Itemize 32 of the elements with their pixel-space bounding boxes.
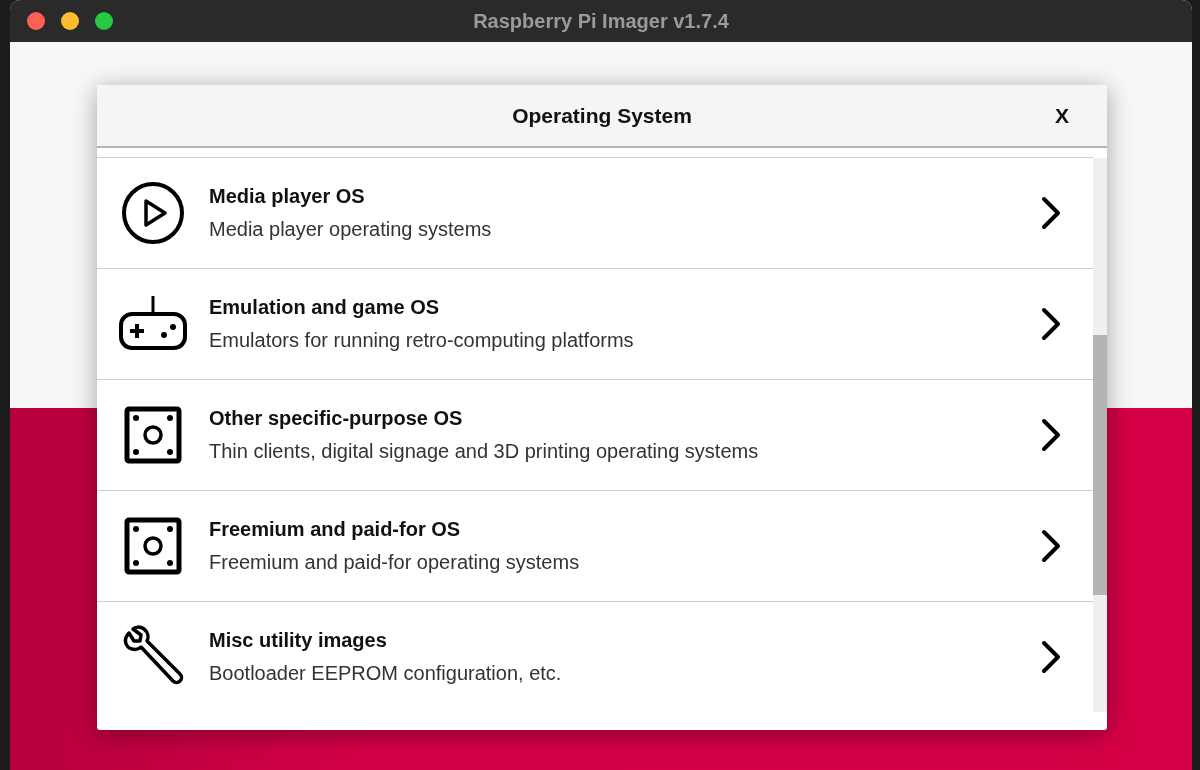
os-category-item[interactable]: Emulation and game OS Emulators for running retro-computing platforms — [97, 269, 1093, 380]
chevron-right-icon — [1041, 640, 1061, 674]
play-circle-icon — [121, 181, 185, 245]
chevron-right-icon — [1041, 529, 1061, 563]
window-title: Raspberry Pi Imager v1.7.4 — [473, 9, 729, 33]
chevron-right-icon — [1041, 196, 1061, 230]
item-title: Freemium and paid-for OS — [209, 518, 462, 541]
chevron-right-icon — [1041, 307, 1061, 341]
scrollbar-track[interactable] — [1093, 158, 1107, 712]
chevron-right-icon — [1041, 418, 1061, 452]
item-title: Other specific-purpose OS — [209, 407, 464, 430]
item-description: Bootloader EEPROM configuration, etc. — [209, 662, 563, 685]
zoom-window-button[interactable] — [95, 12, 113, 30]
os-category-item[interactable]: Freemium and paid-for OS Freemium and paid-for operating systems — [97, 491, 1093, 602]
item-description: Emulators for running retro-computing platforms — [209, 329, 635, 352]
item-title: Emulation and game OS — [209, 296, 441, 319]
scrollbar-thumb[interactable] — [1093, 335, 1107, 595]
item-description: Freemium and paid-for operating systems — [209, 551, 581, 574]
gamepad-icon — [119, 296, 187, 352]
dialog-title: Operating System — [512, 103, 692, 128]
close-button[interactable]: X — [1051, 102, 1073, 130]
item-title: Misc utility images — [209, 629, 388, 652]
minimize-window-button[interactable] — [61, 12, 79, 30]
os-category-item[interactable]: Misc utility images Bootloader EEPROM configuration, etc. — [97, 602, 1093, 712]
item-description: Thin clients, digital signage and 3D printing operating systems — [209, 440, 760, 463]
item-description: Media player operating systems — [209, 218, 493, 241]
os-category-item[interactable]: Media player OS Media player operating systems — [97, 158, 1093, 269]
item-title: Media player OS — [209, 185, 366, 208]
os-category-item[interactable]: Other specific-purpose OS Thin clients, digital signage and 3D printing operating systems — [97, 380, 1093, 491]
circuit-board-icon — [124, 517, 182, 575]
circuit-board-icon — [124, 406, 182, 464]
close-window-button[interactable] — [27, 12, 45, 30]
